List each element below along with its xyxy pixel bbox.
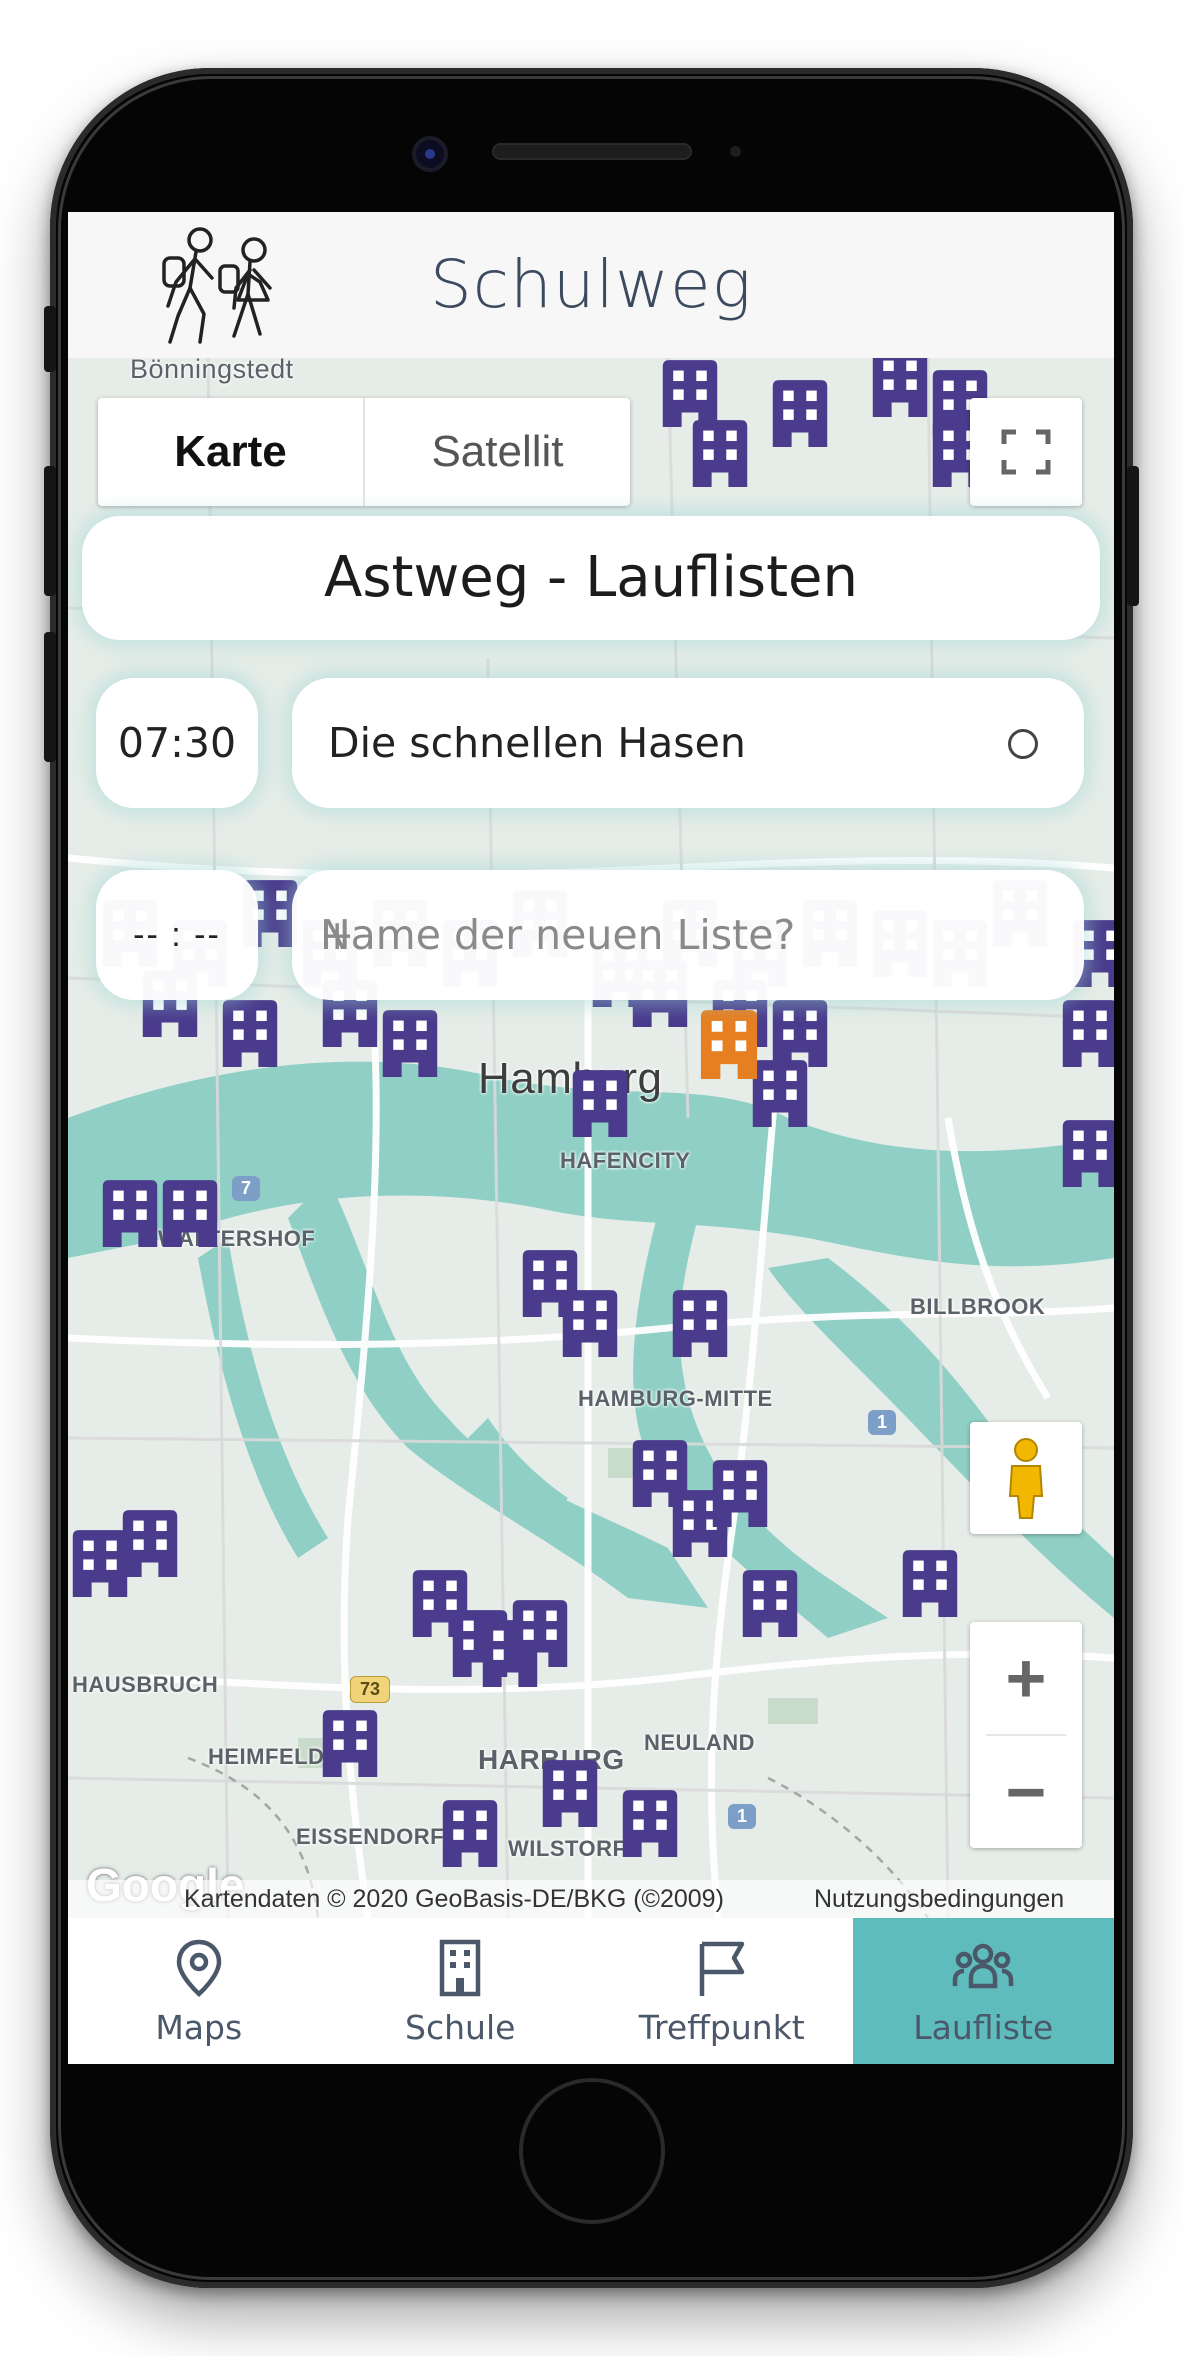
proximity-sensor [730, 146, 741, 157]
school-marker-icon[interactable] [98, 1178, 162, 1248]
home-button[interactable] [519, 2078, 665, 2224]
new-list-placeholder: Name der neuen Liste? [320, 911, 796, 959]
school-marker-icon[interactable] [558, 1288, 622, 1358]
school-marker-icon[interactable] [738, 1568, 802, 1638]
power-button [1127, 466, 1139, 606]
school-marker-icon[interactable] [568, 1068, 632, 1138]
nav-label: Schule [405, 2008, 516, 2047]
nav-item-treffpunkt[interactable]: Treffpunkt [591, 1918, 853, 2064]
new-list-time: -- : -- [133, 916, 221, 954]
pegman-icon [1008, 1438, 1044, 1519]
nav-item-laufliste[interactable]: Laufliste [852, 1918, 1114, 2064]
school-marker-icon[interactable] [538, 1758, 602, 1828]
school-marker-icon[interactable] [868, 358, 932, 418]
route-badge: 1 [728, 1804, 757, 1829]
terms-link[interactable]: Nutzungsbedingungen [814, 1885, 1064, 1914]
app-title: Schulweg [429, 246, 753, 323]
school-marker-icon[interactable] [158, 1178, 222, 1248]
street-view-pegman-button[interactable] [970, 1422, 1082, 1534]
route-title: Astweg - Lauflisten [324, 545, 858, 610]
front-camera [412, 136, 448, 172]
school-marker-icon[interactable] [438, 1798, 502, 1868]
flag-icon [699, 1941, 744, 1996]
school-marker-icon[interactable] [1058, 998, 1114, 1068]
map-label-hafencity: HAFENCITY [560, 1148, 691, 1173]
bottom-navigation: Maps Schule Treffpunkt Laufliste [68, 1918, 1114, 2064]
volume-down-button [44, 632, 56, 762]
school-marker-icon[interactable] [378, 1008, 442, 1078]
school-marker-icon[interactable] [898, 1548, 962, 1618]
map-attribution: Kartendaten © 2020 GeoBasis-DE/BKG (©200… [68, 1880, 1114, 1918]
new-list-name-input[interactable]: Name der neuen Liste? + [292, 870, 1084, 1000]
map-type-karte-button[interactable]: Karte [98, 398, 365, 506]
new-list-time-input[interactable]: -- : -- [96, 870, 258, 1000]
school-building-icon [440, 1939, 481, 1997]
fullscreen-button[interactable] [970, 398, 1082, 506]
map-label-hausbruch: HAUSBRUCH [72, 1672, 219, 1697]
route-badge: 1 [868, 1410, 897, 1435]
map-label-boenningstedt: Bönningstedt [130, 358, 294, 384]
add-list-button[interactable]: + [320, 870, 354, 1000]
school-marker-icon[interactable] [708, 1458, 772, 1528]
fullscreen-icon [1001, 429, 1051, 475]
nav-item-schule[interactable]: Schule [330, 1918, 592, 2064]
zoom-control: + − [970, 1622, 1082, 1848]
school-marker-icon[interactable] [618, 1788, 682, 1858]
school-marker-icon[interactable] [668, 1288, 732, 1358]
app-screen: Schulweg Bönningstedt Hamburg HAFENCITY … [68, 212, 1114, 2064]
nav-item-maps[interactable]: Maps [68, 1918, 330, 2064]
school-marker-icon[interactable] [1058, 1118, 1114, 1188]
nav-label: Laufliste [913, 2008, 1054, 2047]
list-item[interactable]: Die schnellen Hasen [292, 678, 1084, 808]
list-select-radio[interactable] [1008, 729, 1038, 759]
map-label-hamburg-mitte: HAMBURG-MITTE [578, 1386, 773, 1411]
map-label-wilstorf: WILSTORF [508, 1836, 627, 1861]
map-pin-icon [176, 1939, 222, 1998]
group-icon [953, 1943, 1014, 1989]
zoom-in-button[interactable]: + [970, 1622, 1082, 1734]
route-title-panel: Astweg - Lauflisten [82, 516, 1100, 640]
attribution-text: Kartendaten © 2020 GeoBasis-DE/BKG (©200… [184, 1885, 724, 1913]
map-label-billbrook: BILLBROOK [910, 1294, 1046, 1319]
nav-label: Maps [155, 2008, 243, 2047]
school-marker-icon[interactable] [768, 378, 832, 448]
map-label-neuland: NEULAND [644, 1730, 756, 1755]
mute-switch [44, 306, 56, 372]
school-marker-icon[interactable] [688, 418, 752, 488]
zoom-out-button[interactable]: − [970, 1736, 1082, 1848]
earpiece-speaker [492, 143, 692, 160]
school-marker-icon[interactable] [508, 1598, 572, 1668]
app-header: Schulweg [68, 212, 1114, 358]
school-marker-icon[interactable] [768, 998, 832, 1068]
volume-up-button [44, 466, 56, 596]
map-label-heimfeld: HEIMFELD [208, 1744, 325, 1769]
route-badge: 73 [350, 1676, 391, 1703]
map-type-control: Karte Satellit [98, 398, 630, 506]
nav-label: Treffpunkt [638, 2008, 805, 2047]
list-time: 07:30 [117, 719, 237, 767]
map-label-eissendorf: EISSENDORF [296, 1824, 445, 1849]
school-marker-icon[interactable] [218, 998, 282, 1068]
list-time-field[interactable]: 07:30 [96, 678, 258, 808]
school-marker-icon[interactable] [68, 1528, 132, 1598]
list-name: Die schnellen Hasen [328, 719, 746, 767]
route-badge: 7 [232, 1176, 261, 1201]
school-marker-icon[interactable] [658, 358, 722, 428]
selected-school-marker-icon[interactable] [696, 1008, 762, 1080]
map-type-satellit-button[interactable]: Satellit [365, 398, 630, 506]
school-marker-icon[interactable] [318, 1708, 382, 1778]
